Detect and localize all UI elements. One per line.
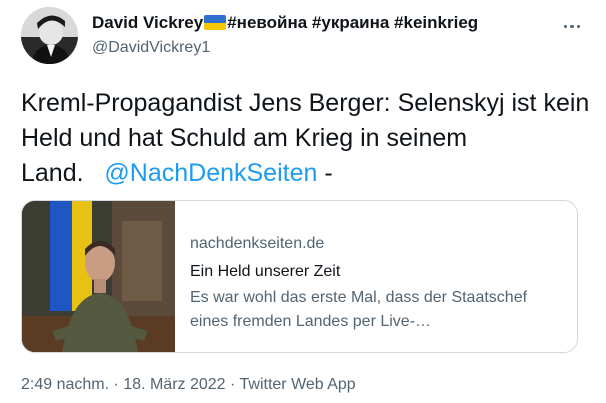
author-info[interactable]: David Vickrey #невойна #украина #keinkrie… [92, 12, 478, 58]
avatar[interactable] [21, 7, 78, 64]
user-handle[interactable]: @DavidVickrey1 [92, 38, 478, 58]
more-options-button[interactable] [560, 14, 584, 34]
display-name-text: David Vickrey [92, 13, 204, 32]
card-description: Es war wohl das erste Mal, dass der Staa… [190, 289, 528, 330]
tweet-metadata: 2:49 nachm. · 18. März 2022 · Twitter We… [21, 374, 356, 396]
tweet-time[interactable]: 2:49 nachm. [21, 376, 109, 393]
tweet-source[interactable]: Twitter Web App [240, 376, 356, 393]
card-domain: nachdenkseiten.de [190, 235, 325, 252]
mention-link[interactable]: @NachDenkSeiten [104, 159, 317, 187]
more-options-icon [562, 15, 582, 33]
display-name[interactable]: David Vickrey #невойна #украина #keinkrie… [92, 12, 478, 34]
tweet-trailing: - [317, 159, 333, 187]
display-name-hashtags: #невойна #украина #keinkrieg [227, 13, 479, 32]
meta-separator: · [225, 376, 240, 393]
link-preview-card[interactable]: nachdenkseiten.de Ein Held unserer Zeit … [21, 200, 578, 353]
meta-separator: · [109, 376, 124, 393]
card-thumbnail[interactable] [22, 201, 175, 352]
card-title: Ein Held unserer Zeit [190, 263, 341, 280]
tweet-date[interactable]: 18. März 2022 [123, 376, 225, 393]
tweet-text: Kreml-Propagandist Jens Berger: Selensky… [21, 86, 591, 191]
ukraine-flag-icon [204, 15, 227, 30]
card-body[interactable]: nachdenkseiten.de Ein Held unserer Zeit … [175, 201, 550, 352]
